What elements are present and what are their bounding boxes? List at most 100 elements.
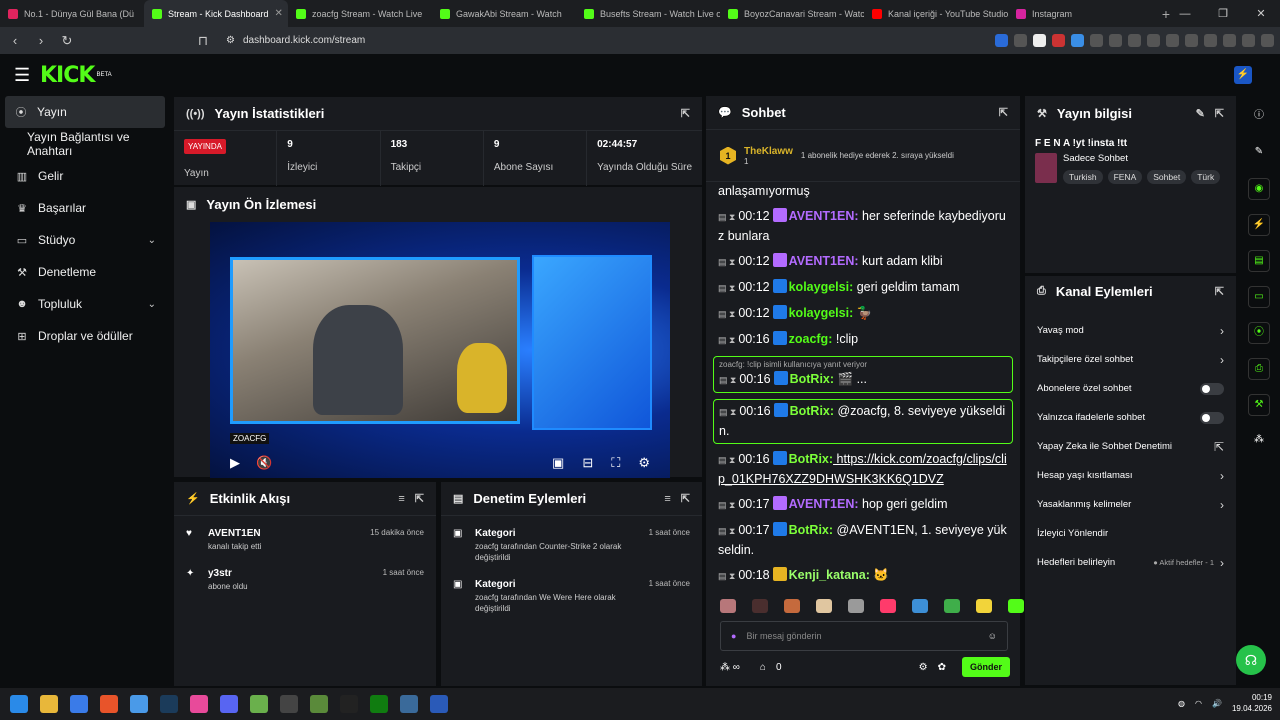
message-user[interactable]: BotRix	[789, 523, 829, 537]
bolt-icon[interactable]: ⚡	[1248, 214, 1270, 236]
emote[interactable]	[848, 599, 864, 613]
pip-icon[interactable]: ▣	[552, 455, 564, 471]
steam-icon[interactable]	[160, 695, 178, 713]
start-icon[interactable]	[10, 695, 28, 713]
emote[interactable]	[976, 599, 992, 613]
kick-logo[interactable]: KICK	[40, 63, 95, 88]
mod-actions-icon[interactable]: ▤ ⧗	[718, 309, 735, 319]
epic-icon[interactable]	[340, 695, 358, 713]
tray-icon[interactable]: ◍	[1178, 699, 1185, 708]
extension-icon[interactable]	[1052, 34, 1065, 47]
message-user[interactable]: AVENT1EN	[789, 497, 855, 511]
emote[interactable]	[880, 599, 896, 613]
mod-actions-icon[interactable]: ▤ ⧗	[718, 571, 735, 581]
emote[interactable]	[752, 599, 768, 613]
help-button[interactable]: ☊	[1236, 645, 1266, 675]
emote[interactable]	[912, 599, 928, 613]
popout-icon[interactable]: ⇱	[415, 492, 424, 505]
user-avatar[interactable]: ⚡	[1234, 66, 1252, 84]
extension-icon[interactable]	[1166, 34, 1179, 47]
play-icon[interactable]: ▶	[230, 455, 240, 471]
mod-actions-icon[interactable]: ▤ ⧗	[718, 455, 735, 465]
mod-actions-icon[interactable]: ▤ ⧗	[718, 500, 735, 510]
browser-tab[interactable]: No.1 - Dünya Gül Bana (Dü	[0, 0, 144, 27]
browser-tab[interactable]: Busefts Stream - Watch Live or	[576, 0, 720, 27]
bookmark-icon[interactable]: ⊓	[194, 33, 212, 49]
emote[interactable]	[944, 599, 960, 613]
browser-tab[interactable]: Stream - Kick Dashboard ✕	[144, 0, 288, 27]
emote[interactable]	[1008, 599, 1024, 613]
filter-icon[interactable]: ≡	[664, 493, 670, 505]
apps-icon[interactable]: ⁂	[1248, 430, 1270, 452]
edit-icon[interactable]: ✎	[1196, 107, 1205, 120]
channel-action[interactable]: Yavaş mod ›	[1025, 316, 1236, 345]
browser-tab[interactable]: zoacfg Stream - Watch Live	[288, 0, 432, 27]
chat-input[interactable]: ● Bir mesaj gönderin ☺	[720, 621, 1008, 651]
theater-icon[interactable]: ⊟	[582, 455, 593, 471]
mod-actions-icon[interactable]: ▤ ⧗	[718, 283, 735, 293]
site-info-icon[interactable]: ⚙	[226, 35, 235, 46]
channel-action[interactable]: Takipçilere özel sohbet ›	[1025, 345, 1236, 374]
browser-tab[interactable]: Kanal içeriği - YouTube Studio	[864, 0, 1008, 27]
channel-action[interactable]: Hedefleri belirleyin ● Aktif hedefler - 1…	[1025, 548, 1236, 577]
emoji-icon[interactable]: ☺	[988, 631, 997, 641]
sidebar-item-basarilar[interactable]: ♛ Başarılar	[0, 192, 170, 224]
sidebar-item-droplar[interactable]: ⊞ Droplar ve ödüller	[0, 320, 170, 352]
extension-icon[interactable]	[1147, 34, 1160, 47]
browser-tab[interactable]: GawakAbi Stream - Watch	[432, 0, 576, 27]
settings-icon[interactable]: ⚙	[919, 662, 928, 673]
actions-icon[interactable]: ⎙	[1248, 358, 1270, 380]
download-icon[interactable]	[1128, 34, 1141, 47]
popout-icon[interactable]: ⇱	[1215, 107, 1224, 120]
message-user[interactable]: Kenji_katana	[789, 568, 866, 582]
close-tab-icon[interactable]: ✕	[275, 8, 283, 19]
message-user[interactable]: AVENT1EN	[789, 209, 855, 223]
sidebar-icon[interactable]	[1185, 34, 1198, 47]
wifi-icon[interactable]: ◠	[1195, 699, 1202, 708]
emote[interactable]	[816, 599, 832, 613]
back-icon[interactable]: ‹	[6, 33, 24, 48]
info-icon[interactable]: ⓘ	[1248, 106, 1270, 128]
mod-actions-icon[interactable]: ▤ ⧗	[718, 212, 735, 222]
camera-icon[interactable]: ◉	[1248, 178, 1270, 200]
channel-action[interactable]: Abonelere özel sohbet	[1025, 374, 1236, 403]
emote[interactable]	[720, 599, 736, 613]
xbox-icon[interactable]	[370, 695, 388, 713]
shield-icon[interactable]	[1242, 34, 1255, 47]
gift-icon[interactable]: ⌂	[760, 662, 766, 673]
extension-icon[interactable]	[1090, 34, 1103, 47]
menu-icon[interactable]	[1261, 34, 1274, 47]
extension-icon[interactable]	[1071, 34, 1084, 47]
message-user[interactable]: BotRix	[790, 372, 830, 386]
maximize-icon[interactable]: ❐	[1204, 7, 1242, 20]
hamburger-icon[interactable]: ☰	[14, 65, 40, 86]
channel-action[interactable]: İzleyici Yönlendir	[1025, 519, 1236, 548]
message-user[interactable]: kolaygelsi	[789, 280, 849, 294]
stream-preview[interactable]: ZOACFG ▶ 🔇 ▣ ⊟ ⛶ ⚙	[210, 222, 670, 478]
sidebar-item-yayin[interactable]: ⦿ Yayın	[5, 96, 165, 128]
popout-icon[interactable]: ⇱	[1215, 285, 1224, 298]
channel-action[interactable]: Yasaklanmış kelimeler ›	[1025, 490, 1236, 519]
extension-icon[interactable]	[1109, 34, 1122, 47]
app-icon[interactable]	[250, 695, 268, 713]
folder-icon[interactable]	[40, 695, 58, 713]
message-user[interactable]: kolaygelsi	[789, 306, 849, 320]
minimize-icon[interactable]: —	[1166, 8, 1204, 20]
extension-icon[interactable]	[1223, 34, 1236, 47]
brave-icon[interactable]	[100, 695, 118, 713]
message-user[interactable]: AVENT1EN	[789, 254, 855, 268]
sidebar-item-stream-key[interactable]: Yayın Bağlantısı ve Anahtarı	[0, 128, 170, 160]
popout-icon[interactable]: ⇱	[999, 106, 1008, 119]
app-icon[interactable]	[130, 695, 148, 713]
app-icon[interactable]	[70, 695, 88, 713]
toggle-switch[interactable]	[1200, 411, 1224, 424]
clipboard-icon[interactable]: ▤	[1248, 250, 1270, 272]
toggle-switch[interactable]	[1200, 382, 1224, 395]
broadcast-icon[interactable]: ⦿	[1248, 322, 1270, 344]
message-user[interactable]: BotRix	[790, 404, 830, 418]
extension-icon[interactable]	[1014, 34, 1027, 47]
discord-icon[interactable]	[220, 695, 238, 713]
sidebar-item-gelir[interactable]: ▥ Gelir	[0, 160, 170, 192]
extension-icon[interactable]	[995, 34, 1008, 47]
popout-icon[interactable]: ⇱	[681, 492, 690, 505]
